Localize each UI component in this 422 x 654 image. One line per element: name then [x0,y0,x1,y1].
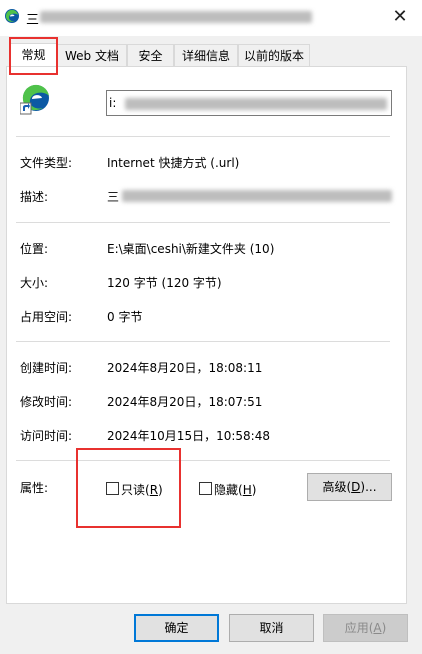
created-value: 2024年8月20日，18:08:11 [107,361,263,375]
modified-label: 修改时间: [20,395,73,409]
modified-value: 2024年8月20日，18:07:51 [107,395,263,409]
size-label: 大小: [20,276,49,290]
redacted-description [122,190,392,202]
edge-shortcut-icon [20,84,49,115]
window-title: 三 [26,13,40,28]
redacted-name [125,98,387,110]
file-type-value: Internet 快捷方式 (.url) [107,156,240,170]
close-button[interactable]: ✕ [388,5,412,29]
description-value: 三 [107,190,120,204]
description-label: 描述: [20,190,49,204]
tab-web-document[interactable]: Web 文档 [57,44,127,66]
tab-security[interactable]: 安全 [127,44,174,66]
edge-icon [5,9,19,23]
size-value: 120 字节 (120 字节) [107,276,222,290]
general-panel [6,66,407,604]
divider [16,341,390,342]
attributes-label: 属性: [20,481,49,495]
readonly-checkbox[interactable] [106,482,119,495]
location-label: 位置: [20,242,49,256]
file-name-value: i: [109,96,117,110]
divider [16,460,390,461]
file-type-label: 文件类型: [20,156,73,170]
divider [16,222,390,223]
divider [16,136,390,137]
tab-general[interactable]: 常规 [10,43,57,67]
tab-previous-versions[interactable]: 以前的版本 [238,44,310,66]
tab-details[interactable]: 详细信息 [174,44,238,66]
apply-button[interactable]: 应用(A) [323,614,408,642]
file-name-field[interactable]: i: [106,90,392,116]
cancel-button[interactable]: 取消 [229,614,314,642]
disk-size-value: 0 字节 [107,310,143,324]
location-value: E:\桌面\ceshi\新建文件夹 (10) [107,242,275,256]
ok-button[interactable]: 确定 [134,614,219,642]
title-bar: 三 ✕ [0,0,422,36]
disk-size-label: 占用空间: [20,310,73,324]
redacted-title [40,11,312,23]
readonly-label[interactable]: 只读(R) [121,481,163,498]
advanced-button[interactable]: 高级(D)... [307,473,392,501]
accessed-value: 2024年10月15日，10:58:48 [107,429,270,443]
hidden-checkbox[interactable] [199,482,212,495]
created-label: 创建时间: [20,361,73,375]
accessed-label: 访问时间: [20,429,73,443]
hidden-label[interactable]: 隐藏(H) [214,481,256,498]
